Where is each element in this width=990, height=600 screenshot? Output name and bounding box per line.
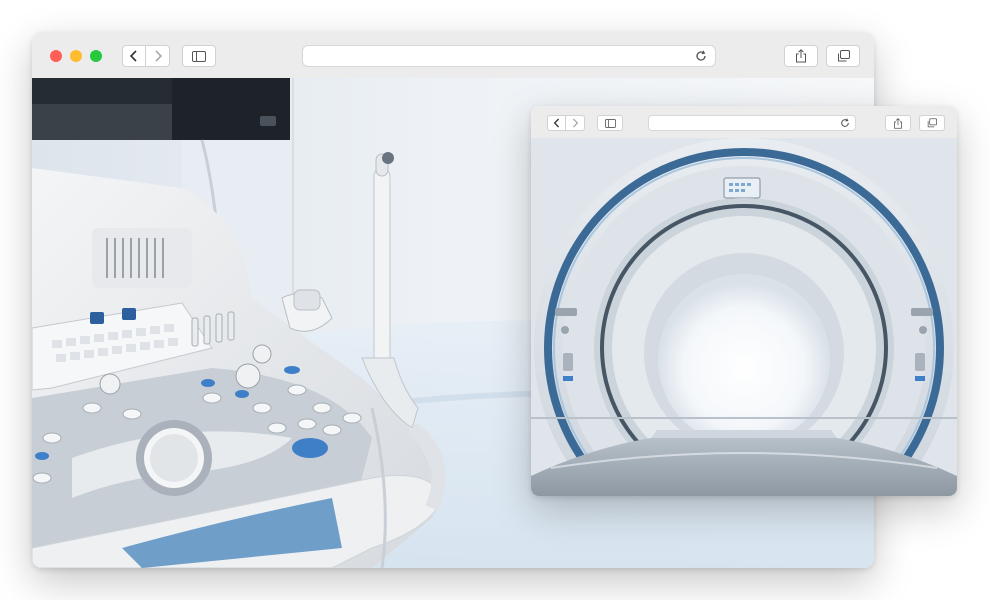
sidebar-toggle-button[interactable] — [597, 115, 623, 131]
chevron-left-icon — [553, 118, 559, 128]
forward-button[interactable] — [146, 45, 170, 67]
reload-icon[interactable] — [840, 118, 850, 128]
sidebar-icon — [604, 118, 616, 128]
zoom-window-button[interactable] — [90, 50, 102, 62]
reload-icon[interactable] — [695, 50, 707, 62]
address-bar[interactable] — [302, 45, 716, 67]
back-browser-toolbar — [32, 32, 874, 79]
share-icon — [796, 49, 806, 63]
front-browser-window — [531, 106, 957, 496]
share-button[interactable] — [784, 45, 818, 67]
sidebar-icon — [192, 50, 206, 62]
mri-scanner-image — [531, 138, 957, 496]
chevron-right-icon — [154, 50, 162, 62]
back-button[interactable] — [547, 115, 566, 131]
minimize-window-button[interactable] — [70, 50, 82, 62]
front-window-content — [531, 138, 957, 496]
tabs-icon — [927, 118, 937, 128]
chevron-right-icon — [572, 118, 579, 128]
chevron-left-icon — [129, 50, 137, 62]
close-window-button[interactable] — [50, 50, 62, 62]
tabs-icon — [837, 50, 850, 62]
back-button[interactable] — [122, 45, 146, 67]
front-browser-toolbar — [531, 106, 957, 139]
address-bar[interactable] — [648, 115, 856, 131]
forward-button[interactable] — [566, 115, 585, 131]
tabs-overview-button[interactable] — [826, 45, 860, 67]
share-icon — [894, 117, 902, 129]
share-button[interactable] — [885, 115, 911, 131]
sidebar-toggle-button[interactable] — [182, 45, 216, 67]
tabs-overview-button[interactable] — [919, 115, 945, 131]
